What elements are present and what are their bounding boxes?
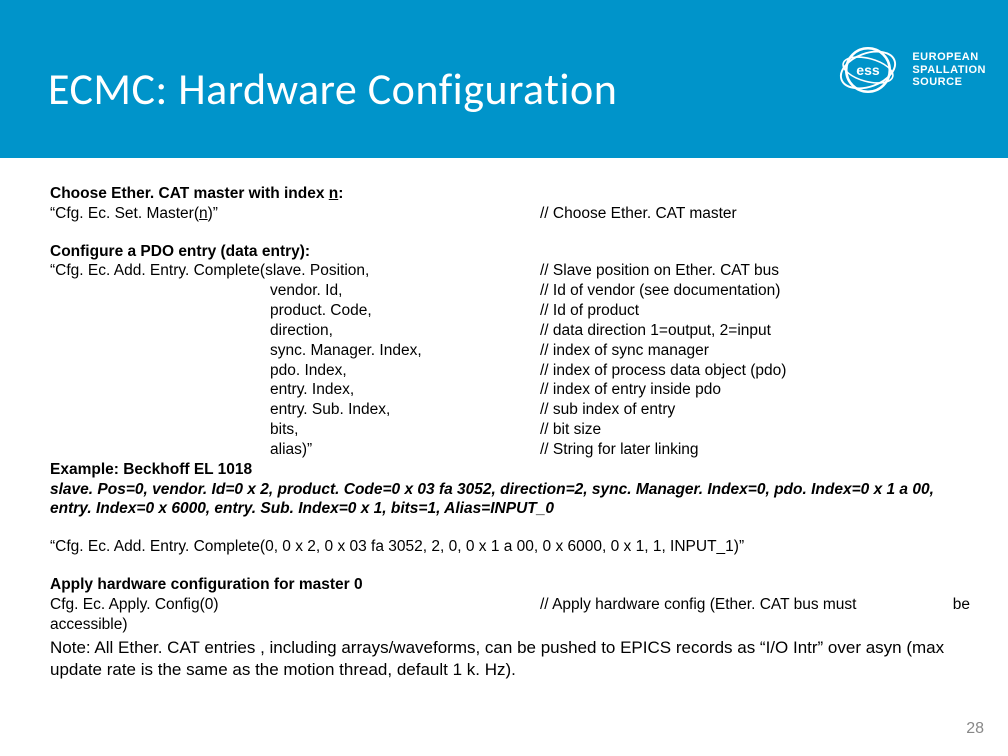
param-left: direction,: [50, 321, 540, 341]
apply-comment: // Apply hardware config (Ether. CAT bus…: [540, 595, 856, 615]
param-right: // data direction 1=output, 2=input: [540, 321, 970, 341]
param-row: entry. Index, // index of entry inside p…: [50, 380, 970, 400]
example-label: Example: Beckhoff EL 1018: [50, 460, 970, 480]
org-line3: SOURCE: [912, 76, 962, 88]
section2-heading: Configure a PDO entry (data entry):: [50, 242, 970, 262]
ess-logo: ess EUROPEAN SPALLATION SOURCE: [836, 38, 986, 102]
section1-heading-prefix: Choose Ether. CAT master with index: [50, 185, 329, 202]
param-right: // index of process data object (pdo): [540, 361, 970, 381]
param-right: // Id of product: [540, 301, 970, 321]
page-number: 28: [966, 720, 984, 738]
param-row: entry. Sub. Index, // sub index of entry: [50, 400, 970, 420]
param-left: “Cfg. Ec. Add. Entry. Complete(slave. Po…: [50, 261, 540, 281]
param-left: alias)”: [50, 440, 540, 460]
note-text: Note: All Ether. CAT entries , including…: [50, 637, 970, 681]
param-left: pdo. Index,: [50, 361, 540, 381]
param-row: vendor. Id, // Id of vendor (see documen…: [50, 281, 970, 301]
setmaster-prefix: “Cfg. Ec. Set. Master(: [50, 205, 199, 222]
apply-line: Cfg. Ec. Apply. Config(0) // Apply hardw…: [50, 595, 970, 615]
n-arg: n: [199, 205, 208, 222]
org-line1: EUROPEAN: [912, 51, 978, 63]
param-row: bits, // bit size: [50, 420, 970, 440]
param-left: bits,: [50, 420, 540, 440]
param-left: entry. Index,: [50, 380, 540, 400]
svg-text:ess: ess: [857, 62, 881, 78]
param-row: sync. Manager. Index, // index of sync m…: [50, 341, 970, 361]
param-right: // String for later linking: [540, 440, 970, 460]
param-left: product. Code,: [50, 301, 540, 321]
section1-line: “Cfg. Ec. Set. Master(n)” // Choose Ethe…: [50, 204, 970, 224]
param-left: entry. Sub. Index,: [50, 400, 540, 420]
param-row: “Cfg. Ec. Add. Entry. Complete(slave. Po…: [50, 261, 970, 281]
param-right: // Id of vendor (see documentation): [540, 281, 970, 301]
param-row: direction, // data direction 1=output, 2…: [50, 321, 970, 341]
param-left: vendor. Id,: [50, 281, 540, 301]
param-row: product. Code, // Id of product: [50, 301, 970, 321]
apply-left: Cfg. Ec. Apply. Config(0): [50, 595, 540, 615]
param-right: // index of entry inside pdo: [540, 380, 970, 400]
section1-heading: Choose Ether. CAT master with index n:: [50, 184, 970, 204]
section3-heading: Apply hardware configuration for master …: [50, 575, 970, 595]
ess-logo-icon: ess: [836, 38, 900, 102]
n-underline: n: [329, 185, 338, 202]
apply-line2: accessible): [50, 615, 970, 635]
param-right: // sub index of entry: [540, 400, 970, 420]
example-call: “Cfg. Ec. Add. Entry. Complete(0, 0 x 2,…: [50, 537, 970, 557]
param-row: pdo. Index, // index of process data obj…: [50, 361, 970, 381]
header-bar: ECMC: Hardware Configuration ess EUROPEA…: [0, 0, 1008, 158]
param-right: // bit size: [540, 420, 970, 440]
param-right: // index of sync manager: [540, 341, 970, 361]
section1-heading-suffix: :: [338, 185, 343, 202]
page-title: ECMC: Hardware Configuration: [48, 62, 617, 116]
apply-tail: be: [953, 595, 970, 615]
org-name: EUROPEAN SPALLATION SOURCE: [912, 51, 986, 89]
section1-comment: // Choose Ether. CAT master: [540, 204, 970, 224]
setmaster-suffix: )”: [208, 205, 218, 222]
param-row: alias)” // String for later linking: [50, 440, 970, 460]
section1-left: “Cfg. Ec. Set. Master(n)”: [50, 204, 540, 224]
param-left: sync. Manager. Index,: [50, 341, 540, 361]
slide-content: Choose Ether. CAT master with index n: “…: [50, 184, 970, 681]
org-line2: SPALLATION: [912, 64, 986, 76]
param-right: // Slave position on Ether. CAT bus: [540, 261, 970, 281]
example-values: slave. Pos=0, vendor. Id=0 x 2, product.…: [50, 480, 970, 520]
